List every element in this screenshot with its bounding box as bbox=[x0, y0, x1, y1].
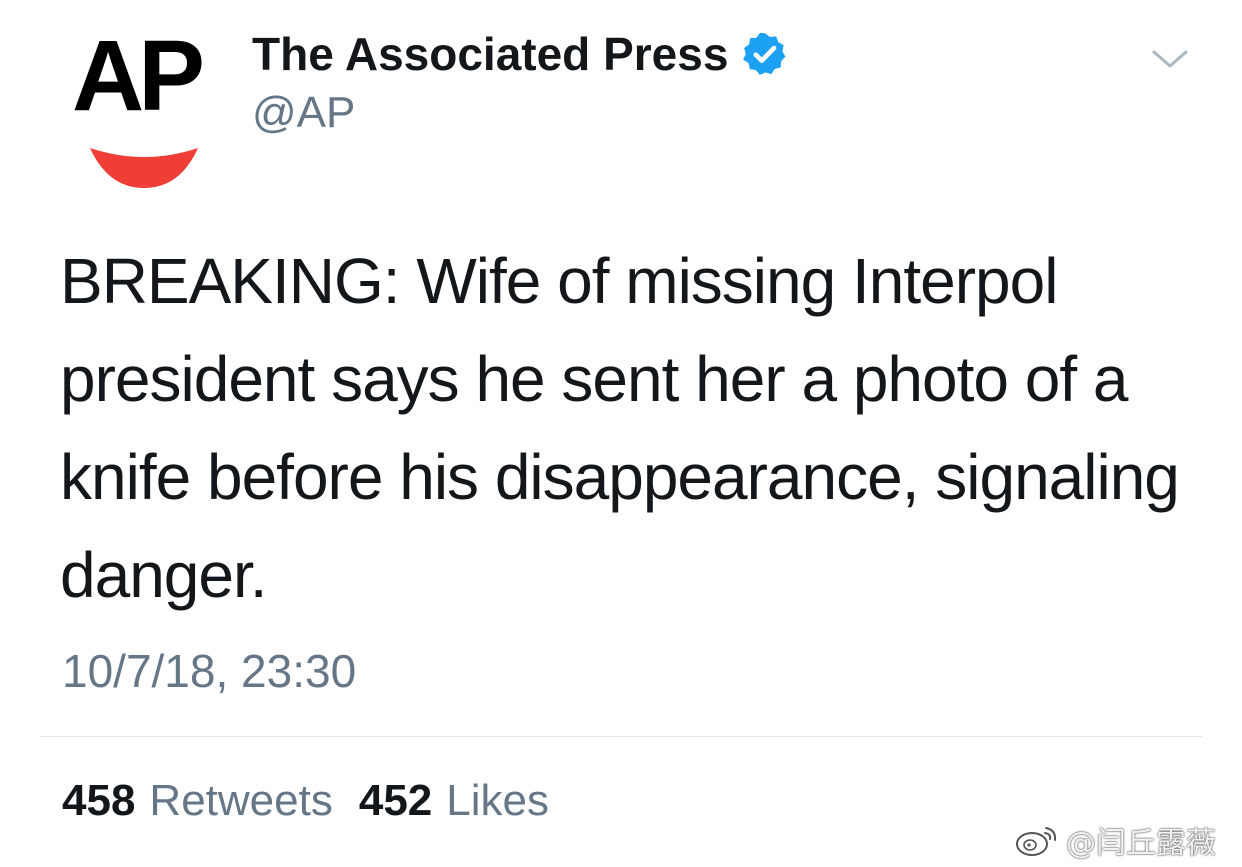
retweets-stat[interactable]: 458 Retweets bbox=[62, 776, 333, 826]
tweet-text: BREAKING: Wife of missing Interpol presi… bbox=[60, 245, 1180, 611]
likes-label: Likes bbox=[446, 776, 549, 825]
retweets-label: Retweets bbox=[149, 776, 333, 825]
likes-count: 452 bbox=[358, 776, 433, 825]
tweet-stats: 458 Retweets 452 Likes bbox=[62, 776, 549, 826]
verified-badge-icon bbox=[743, 32, 786, 75]
author-handle[interactable]: @AP bbox=[252, 88, 355, 138]
avatar[interactable]: AP bbox=[62, 20, 222, 188]
divider bbox=[40, 736, 1202, 737]
weibo-icon bbox=[1016, 827, 1057, 856]
author-display-name[interactable]: The Associated Press bbox=[252, 27, 728, 81]
retweets-count: 458 bbox=[62, 776, 136, 825]
author-name-row[interactable]: The Associated Press bbox=[252, 26, 788, 82]
tweet-timestamp[interactable]: 10/7/18, 23:30 bbox=[62, 644, 356, 698]
watermark-text: @闫丘露薇 bbox=[1066, 826, 1216, 861]
avatar-logo-text: AP bbox=[72, 20, 205, 132]
likes-stat[interactable]: 452 Likes bbox=[359, 776, 549, 826]
watermark: @闫丘露薇 bbox=[1014, 818, 1216, 862]
avatar-swoosh bbox=[90, 148, 198, 188]
chevron-down-icon[interactable] bbox=[1150, 44, 1190, 74]
